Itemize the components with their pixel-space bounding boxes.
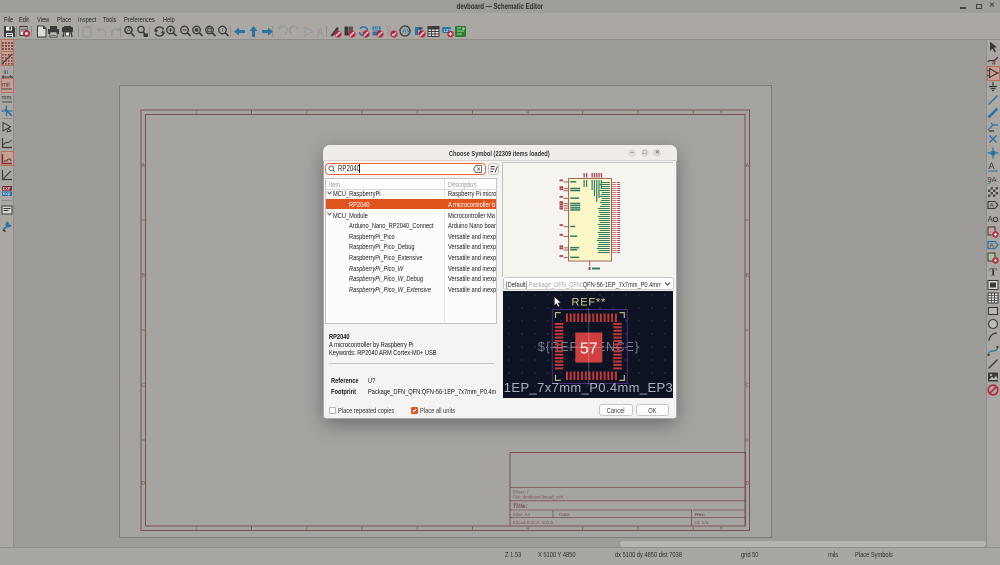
svg-text:Date:: Date: [559, 512, 570, 518]
svg-text:B: B [142, 273, 146, 279]
svg-text:4: 4 [526, 110, 529, 116]
svg-text:C: C [141, 383, 145, 389]
svg-text:6: 6 [720, 110, 723, 116]
svg-text:D: D [141, 481, 145, 487]
svg-text:KiCad E.D.A. 9.0.3: KiCad E.D.A. 9.0.3 [513, 520, 554, 526]
svg-text:3: 3 [416, 110, 419, 116]
svg-text:3: 3 [416, 526, 419, 532]
svg-text:in: in [4, 70, 9, 76]
svg-text:mil: mil [2, 82, 10, 88]
svg-text:A: A [127, 28, 131, 34]
svg-text:Size: A4: Size: A4 [513, 512, 531, 518]
svg-text:1: 1 [195, 110, 198, 116]
svg-text:A: A [988, 215, 994, 224]
svg-text:REF**: REF** [571, 296, 606, 308]
svg-text:A: A [990, 243, 995, 250]
svg-text:EXP: EXP [3, 187, 11, 191]
svg-text:T: T [990, 267, 998, 278]
svg-text:123: 123 [374, 27, 380, 31]
svg-text:1: 1 [195, 526, 198, 532]
svg-text:A: A [990, 203, 995, 210]
svg-text:A: A [316, 27, 324, 38]
svg-text:2: 2 [305, 110, 308, 116]
svg-text:5: 5 [637, 526, 640, 532]
svg-text:Title:: Title: [513, 503, 528, 510]
svg-text:Rev:: Rev: [695, 512, 706, 518]
svg-text:A: A [989, 161, 995, 171]
svg-text:6: 6 [720, 526, 723, 532]
svg-text:4: 4 [526, 526, 529, 532]
svg-text:1EP_7x7mm_P0.4mm_EP3: 1EP_7x7mm_P0.4mm_EP3 [503, 379, 672, 394]
svg-text:File: devboard.kicad_sch: File: devboard.kicad_sch [513, 495, 564, 500]
svg-text:mm: mm [2, 96, 12, 102]
svg-text:A: A [402, 29, 407, 36]
svg-text:A: A [142, 163, 146, 169]
svg-text:9A: 9A [988, 175, 997, 184]
svg-text:Id: 1/1: Id: 1/1 [695, 520, 709, 526]
svg-text:5: 5 [637, 110, 640, 116]
svg-text:C: C [745, 383, 749, 389]
svg-text:exp: exp [3, 193, 11, 197]
svg-text:D: D [745, 481, 749, 487]
svg-text:2: 2 [305, 526, 308, 532]
